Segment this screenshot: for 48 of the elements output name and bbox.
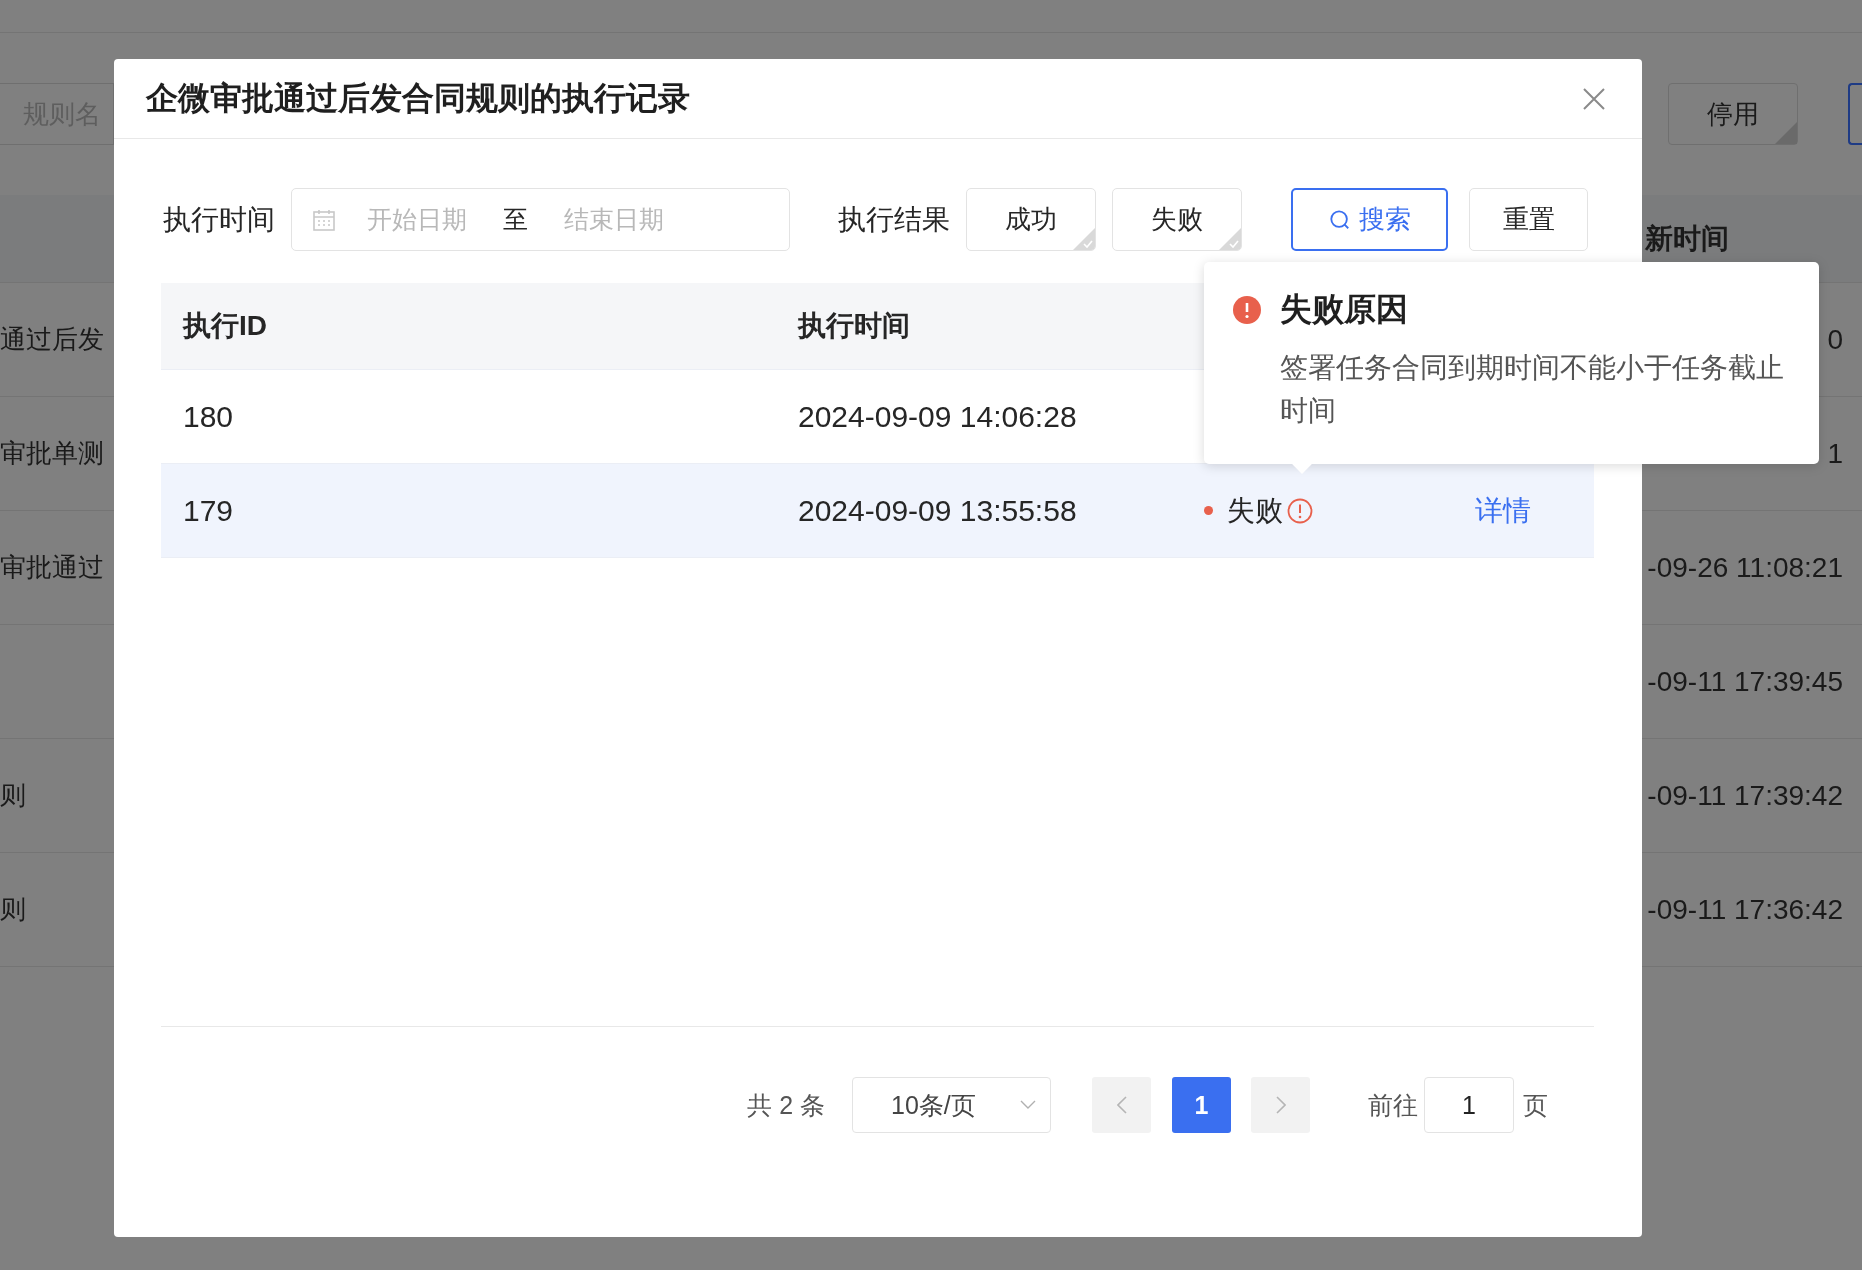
filter-option[interactable]: 失败 [1112, 188, 1242, 251]
table-cell: 审批通过 [0, 552, 104, 582]
table-row[interactable]: 179 2024-09-09 13:55:58 失败 详情 [161, 464, 1594, 558]
goto-label: 前往 [1368, 1089, 1418, 1121]
table-cell: 审批单测 [0, 438, 104, 468]
page-size-select[interactable]: 10条/页 [852, 1077, 1051, 1133]
table-cell: -09-11 17:39:45 [1647, 665, 1843, 698]
details-link[interactable]: 详情 [1475, 491, 1531, 530]
table-cell: 则 [0, 780, 26, 810]
table-cell-text: 180 [182, 399, 235, 434]
total-count: 共 2 条 [747, 1089, 825, 1121]
chevron-down-icon [1020, 1100, 1036, 1110]
table-cell-text: 179 [182, 493, 235, 528]
table-cell: 0 [1827, 323, 1843, 356]
error-icon [1233, 296, 1261, 324]
search-icon [1328, 208, 1351, 231]
search-button[interactable]: 搜索 [1291, 188, 1448, 251]
reset-button[interactable]: 重置 [1469, 188, 1588, 251]
chevron-right-icon [1275, 1096, 1286, 1114]
table-cell: 则 [0, 894, 26, 924]
table-cell: -09-11 17:36:42 [1647, 893, 1843, 926]
page-button[interactable]: 1 [1172, 1077, 1231, 1133]
warning-icon[interactable] [1287, 497, 1313, 524]
filter-option[interactable]: 成功 [966, 188, 1096, 251]
check-corner-icon [1073, 228, 1095, 250]
chevron-left-icon [1116, 1096, 1127, 1114]
calendar-icon [312, 207, 336, 232]
table-cell: 1 [1827, 437, 1843, 470]
dialog-title: 企微审批通过后发合同规则的执行记录 [146, 78, 690, 118]
column-header: 执行ID [181, 309, 268, 343]
page-input[interactable]: 1 [1424, 1077, 1514, 1133]
table-cell-text: 2024-09-09 14:06:28 [797, 399, 1078, 434]
filter-label: 执行时间 [163, 202, 275, 237]
table-cell: -09-11 17:39:42 [1647, 779, 1843, 812]
filter-label: 执行结果 [838, 202, 950, 237]
close-icon[interactable] [1583, 87, 1605, 110]
date-range-field[interactable]: 开始日期 至 结束日期 [291, 188, 790, 251]
table-cell-text: 2024-09-09 13:55:58 [797, 493, 1078, 528]
check-corner-icon [1219, 228, 1241, 250]
table-cell: 通过后发 [0, 324, 104, 354]
primary-button[interactable] [1848, 83, 1862, 145]
column-header: 执行时间 [796, 309, 911, 343]
column-header: 新时间 [1645, 221, 1730, 256]
disable-button[interactable]: 停用 [1668, 83, 1798, 145]
status-text: 失败 [1227, 493, 1283, 528]
table-cell: -09-26 11:08:21 [1647, 551, 1843, 584]
page-suffix: 页 [1523, 1089, 1548, 1121]
tooltip-title: 失败原因 [1280, 290, 1408, 329]
